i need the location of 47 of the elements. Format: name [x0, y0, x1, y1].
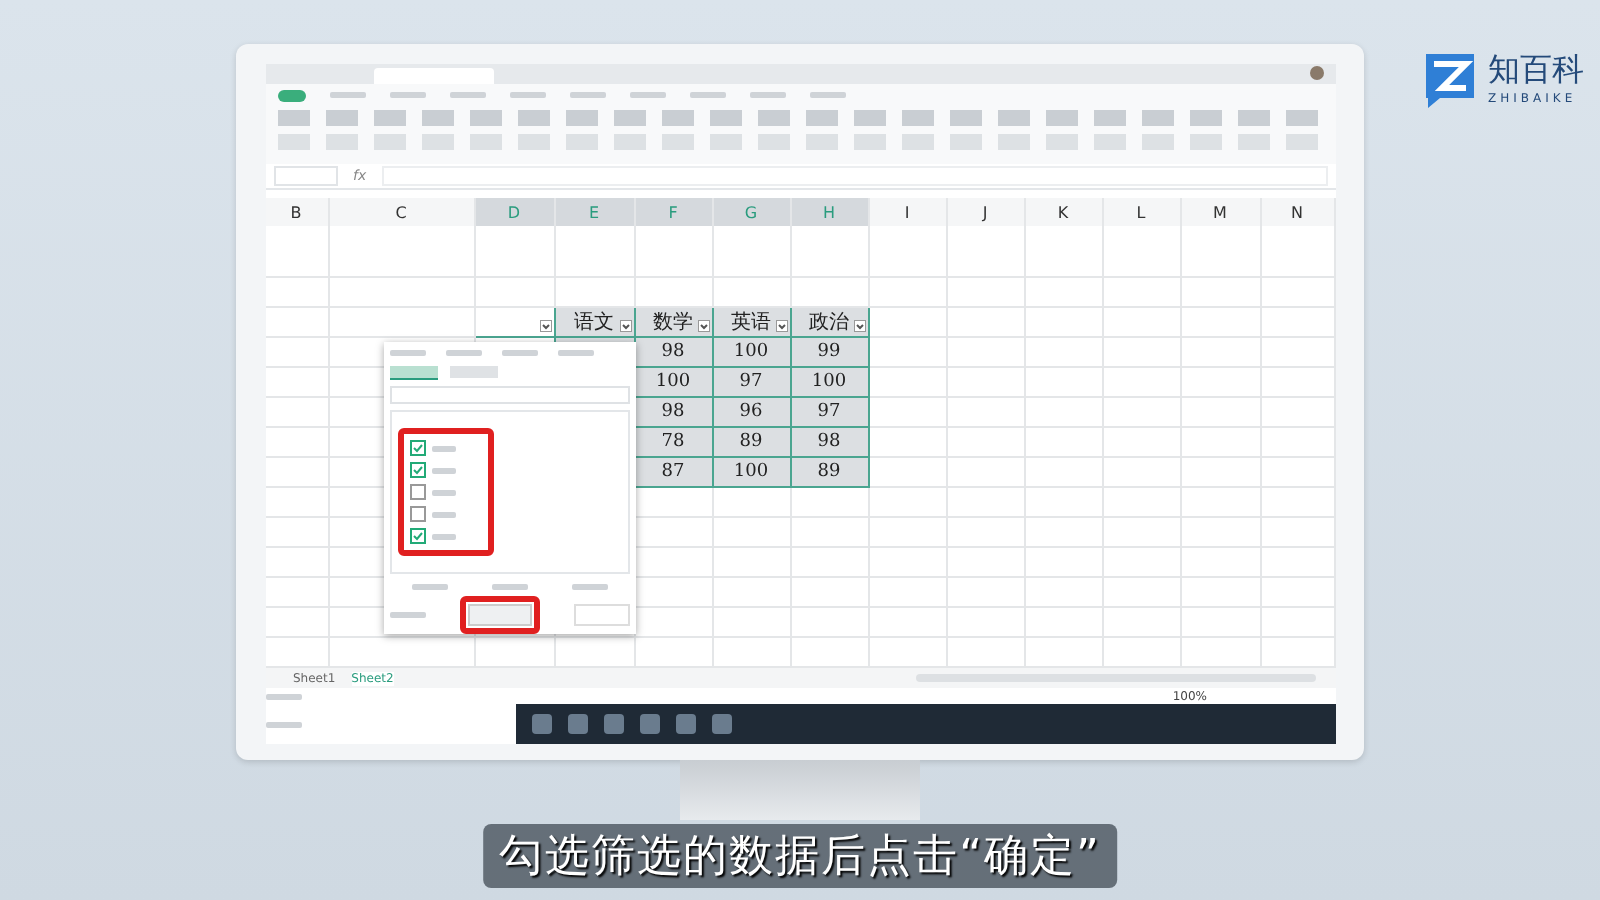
checkbox[interactable] — [409, 528, 425, 545]
logo-icon — [1420, 48, 1480, 108]
table-cell: 97 — [713, 368, 791, 399]
logo-name: 知百科 — [1488, 50, 1584, 92]
dropdown-icon[interactable] — [619, 320, 631, 333]
checkbox[interactable] — [409, 506, 425, 523]
popup-tab[interactable] — [389, 365, 437, 380]
table-header-cell: 数学 — [635, 308, 713, 339]
cancel-button[interactable] — [573, 603, 629, 626]
table-header-cell: 语文 — [555, 308, 635, 339]
table-cell: 78 — [635, 428, 713, 459]
checkbox[interactable] — [409, 440, 425, 457]
table-cell: 99 — [791, 338, 869, 369]
column-header[interactable]: J — [947, 198, 1025, 227]
dropdown-icon[interactable] — [697, 320, 709, 333]
dropdown-icon[interactable] — [775, 320, 787, 333]
subtitle: 勾选筛选的数据后点击“确定” — [483, 824, 1117, 888]
table-cell: 97 — [791, 398, 869, 429]
checkbox[interactable] — [409, 462, 425, 479]
dropdown-icon[interactable] — [539, 320, 551, 333]
dropdown-icon[interactable] — [853, 320, 865, 333]
column-header[interactable]: B — [265, 198, 329, 227]
column-header[interactable]: M — [1181, 198, 1261, 227]
table-cell: 89 — [713, 428, 791, 459]
table-cell: 98 — [635, 338, 713, 369]
table-cell: 98 — [635, 398, 713, 429]
table-cell: 100 — [713, 338, 791, 369]
column-header[interactable]: L — [1103, 198, 1181, 227]
table-cell: 100 — [713, 458, 791, 489]
avatar-icon — [1309, 66, 1323, 81]
table-cell: 96 — [713, 398, 791, 429]
name-box[interactable] — [273, 166, 337, 187]
column-header[interactable]: I — [869, 198, 947, 227]
search-field[interactable] — [389, 385, 629, 405]
table-header-cell: 政治 — [791, 308, 869, 339]
table-cell: 100 — [791, 368, 869, 399]
table-cell: 98 — [791, 428, 869, 459]
table-cell: 100 — [635, 368, 713, 399]
column-header[interactable]: N — [1261, 198, 1335, 227]
confirm-button[interactable] — [467, 603, 531, 626]
column-header[interactable]: K — [1025, 198, 1103, 227]
checkbox[interactable] — [409, 484, 425, 501]
table-cell: 89 — [791, 458, 869, 489]
formula-input[interactable] — [382, 166, 1327, 187]
document-tab[interactable] — [373, 67, 493, 84]
table-header-cell: 英语 — [713, 308, 791, 339]
table-cell: 87 — [635, 458, 713, 489]
